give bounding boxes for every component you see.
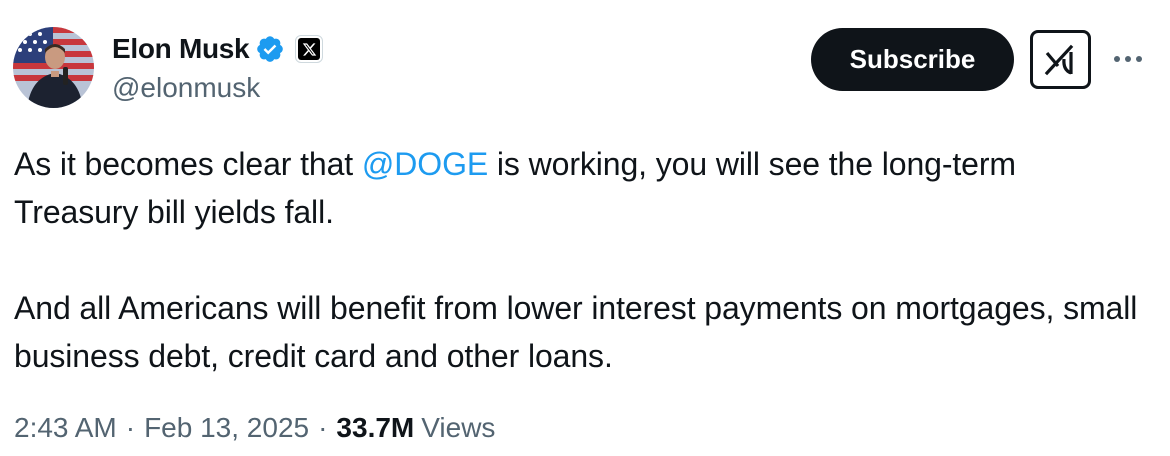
author-name-row: Elon Musk [112,30,324,68]
tweet-text-segment: As it becomes clear that [14,146,362,182]
author-handle[interactable]: @elonmusk [112,72,260,104]
subscribe-button[interactable]: Subscribe [811,28,1014,91]
verified-badge-icon[interactable] [255,34,285,64]
tweet-text: As it becomes clear that @DOGE is workin… [14,140,1144,380]
views-label: Views [421,412,496,443]
views-count[interactable]: 33.7M [336,412,414,444]
mention-link[interactable]: @DOGE [362,146,488,182]
tweet-paragraph-2: And all Americans will benefit from lowe… [14,290,1138,374]
tweet-date[interactable]: Feb 13, 2025 [144,412,309,444]
tweet-meta: 2:43 AM · Feb 13, 2025 · 33.7M Views [14,412,495,444]
more-options-button[interactable] [1108,44,1148,74]
more-options-icon [1114,56,1142,62]
author-display-name[interactable]: Elon Musk [112,33,250,65]
avatar[interactable] [13,27,94,108]
tweet-paragraph-1: As it becomes clear that @DOGE is workin… [14,140,1144,236]
grok-icon [1044,44,1073,75]
meta-separator: · [125,412,136,443]
meta-separator: · [318,412,328,443]
x-logo-icon[interactable] [295,35,324,63]
grok-button[interactable] [1030,30,1091,89]
tweet-time[interactable]: 2:43 AM [14,412,117,444]
profile-photo-icon [13,27,94,108]
